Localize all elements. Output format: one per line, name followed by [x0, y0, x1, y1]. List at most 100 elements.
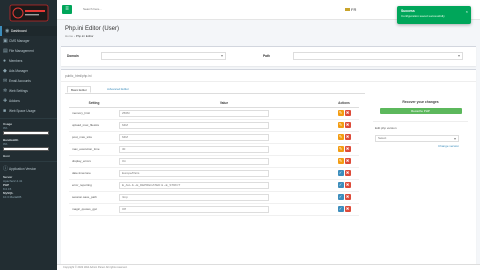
- sidebar-item-files[interactable]: ▤ File Management: [0, 46, 57, 56]
- language-selector[interactable]: FR: [345, 7, 356, 12]
- setting-value-input[interactable]: 64M: [119, 121, 269, 129]
- setting-value-cell: E_ALL & ~E_DEPRECATED & ~E_STRICT: [119, 179, 329, 192]
- divider: [61, 81, 476, 82]
- table-row: post_max_size 64M ✎ ✖: [69, 131, 359, 144]
- save-button[interactable]: ✓: [337, 194, 344, 200]
- search-input[interactable]: [83, 6, 173, 12]
- sidebar-item-members[interactable]: ● Members: [0, 56, 57, 66]
- column-header-setting: Setting: [69, 100, 119, 108]
- delete-button[interactable]: ✖: [344, 110, 351, 116]
- tab-divider: [65, 93, 365, 94]
- setting-value-input[interactable]: 64M: [119, 133, 269, 141]
- hamburger-icon[interactable]: ≡: [62, 5, 72, 14]
- recache-button[interactable]: Recache PHP: [379, 108, 462, 114]
- row-actions: ✎ ✖: [329, 155, 359, 168]
- sidebar-item-dashboard[interactable]: ◉ Dashboard: [0, 26, 57, 36]
- table-row: error_reporting E_ALL & ~E_DEPRECATED & ~…: [69, 179, 359, 192]
- setting-value-input[interactable]: E_ALL & ~E_DEPRECATED & ~E_STRICT: [119, 181, 269, 189]
- edit-button[interactable]: ✎: [337, 158, 344, 164]
- tab-advanced-editor[interactable]: Advanced Editor: [104, 86, 132, 93]
- delete-button[interactable]: ✖: [344, 158, 351, 164]
- main-content: Php.ini Editor (User) Home › Php.ini Edi…: [57, 20, 480, 270]
- delete-button[interactable]: ✖: [344, 134, 351, 140]
- divider: [373, 121, 468, 122]
- toast-title: Success: [401, 9, 415, 13]
- recover-title: Recover your changes: [402, 100, 439, 104]
- row-actions: ✓ ✖: [329, 203, 359, 216]
- row-actions: ✎ ✖: [329, 131, 359, 144]
- footer: Copyright © 2022 Web Admin Panel. All ri…: [57, 264, 480, 270]
- delete-button[interactable]: ✖: [344, 122, 351, 128]
- table-row: max_execution_time 30 ✎ ✖: [69, 143, 359, 156]
- setting-key: upload_max_filesize: [69, 119, 119, 132]
- edit-button[interactable]: ✎: [337, 122, 344, 128]
- column-header-actions: Actions: [329, 100, 359, 108]
- setting-value-cell: 30: [119, 143, 329, 156]
- delete-button[interactable]: ✖: [344, 146, 351, 152]
- delete-button[interactable]: ✖: [344, 194, 351, 200]
- edit-button[interactable]: ✎: [337, 110, 344, 116]
- setting-value-cell: Europe/Paris: [119, 167, 329, 180]
- setting-key: post_max_size: [69, 131, 119, 144]
- setting-value-input[interactable]: Off: [119, 205, 269, 213]
- delete-button[interactable]: ✖: [344, 182, 351, 188]
- setting-value-input[interactable]: On: [119, 157, 269, 165]
- row-actions: ✎ ✖: [329, 107, 359, 120]
- setting-value-input[interactable]: 256M: [119, 109, 269, 117]
- sidebar-app-version[interactable]: ⓘ Application Version: [0, 164, 57, 174]
- edit-button[interactable]: ✎: [337, 134, 344, 140]
- settings-table: Setting Value Actions memory_limit 256M ✎ ✖…: [69, 100, 359, 216]
- setting-value-cell: 64M: [119, 131, 329, 144]
- sidebar-server-info: Server Apache/2.4.41 PHP 8.0.15 MySQL 10…: [0, 174, 57, 200]
- sidebar-item-email[interactable]: ✉ Email Accounts: [0, 76, 57, 86]
- sidebar-item-addons[interactable]: ✚ Addons: [0, 96, 57, 106]
- setting-key: memory_limit: [69, 107, 119, 120]
- sidebar-item-ads[interactable]: ◆ Ads Manager: [0, 66, 57, 76]
- delete-button[interactable]: ✖: [344, 170, 351, 176]
- bandwidth-value: 0%: [3, 142, 8, 146]
- save-button[interactable]: ✓: [337, 206, 344, 212]
- chevron-down-icon: ▾: [220, 53, 223, 58]
- setting-value-cell: Off: [119, 203, 329, 216]
- setting-key: display_errors: [69, 155, 119, 168]
- close-icon[interactable]: ×: [466, 9, 468, 14]
- table-row: date.timezone Europe/Paris ✓ ✖: [69, 167, 359, 180]
- save-button[interactable]: ✓: [337, 170, 344, 176]
- setting-value-input[interactable]: Europe/Paris: [119, 169, 269, 177]
- chevron-down-icon: ▾: [453, 136, 456, 141]
- delete-button[interactable]: ✖: [344, 206, 351, 212]
- path-select[interactable]: ▾: [293, 52, 463, 60]
- domain-select[interactable]: ▾: [101, 52, 226, 60]
- filter-box: Domain ▾ Path ▾: [61, 46, 476, 66]
- usage-field[interactable]: [3, 131, 49, 135]
- sidebar-item-cms[interactable]: ▣ CMS Manager: [0, 36, 57, 46]
- sidebar-host-info: Host: [0, 153, 57, 159]
- change-version-link[interactable]: Change version: [375, 144, 459, 148]
- file-path: public_html/php.ini: [65, 74, 92, 78]
- flag-icon: [345, 8, 350, 12]
- page-title: Php.ini Editor (User): [65, 26, 120, 32]
- sidebar-item-settings[interactable]: ✲ Web Settings: [0, 86, 57, 96]
- breadcrumb-current: Php.ini Editor: [75, 34, 94, 38]
- row-actions: ✓ ✖: [329, 167, 359, 180]
- breadcrumb-home[interactable]: Home: [65, 34, 73, 38]
- sidebar-item-usage[interactable]: ■ Web Space Usage: [0, 106, 57, 116]
- right-panel: Recover your changes Recache PHP Edit ph…: [373, 100, 468, 148]
- setting-value-input[interactable]: /tmp: [119, 193, 269, 201]
- setting-value-input[interactable]: 30: [119, 145, 269, 153]
- bandwidth-field[interactable]: [3, 147, 49, 151]
- tab-basic-editor[interactable]: Basic Editor: [67, 86, 92, 93]
- usage-value: 0%: [3, 126, 8, 130]
- setting-key: magic_quotes_gpc: [69, 203, 119, 216]
- version-select[interactable]: Select ▾: [375, 135, 459, 142]
- edit-button[interactable]: ✎: [337, 146, 344, 152]
- path-label: Path: [263, 54, 270, 58]
- version-label: Edit php version: [375, 126, 397, 130]
- setting-key: session.save_path: [69, 191, 119, 204]
- save-button[interactable]: ✓: [337, 182, 344, 188]
- setting-key: date.timezone: [69, 167, 119, 180]
- column-header-value: Value: [119, 100, 329, 108]
- row-actions: ✎ ✖: [329, 119, 359, 132]
- table-row: display_errors On ✎ ✖: [69, 155, 359, 168]
- logo[interactable]: [0, 0, 57, 26]
